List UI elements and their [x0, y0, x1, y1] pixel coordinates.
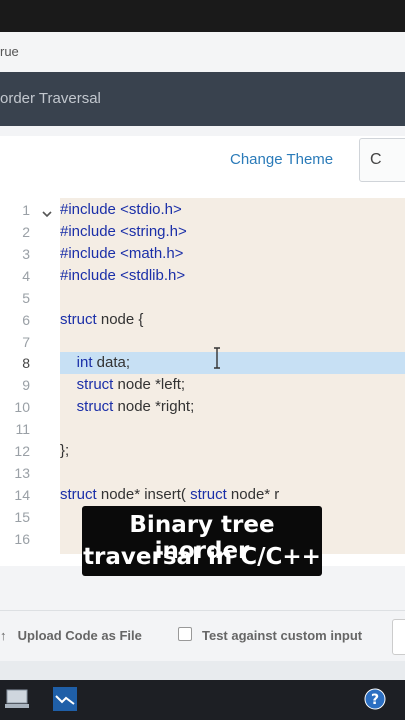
challenge-header: order Traversal	[0, 72, 405, 126]
code-line: 1 #include <stdio.h>	[0, 199, 405, 221]
language-value: C	[370, 151, 382, 168]
code-text: struct node *right;	[76, 398, 195, 415]
video-caption: Binary tree inorder traversal in C/C++	[82, 506, 322, 576]
address-bar[interactable]: rue	[0, 32, 405, 73]
code-text: struct node *left;	[76, 376, 186, 393]
custom-input-checkbox[interactable]	[178, 627, 192, 641]
code-line-active: 8 int data;	[0, 352, 405, 374]
custom-input-label[interactable]: Test against custom input	[202, 628, 362, 643]
code-line: 11	[0, 418, 405, 440]
line-number: 2	[22, 224, 30, 240]
line-number: 8	[22, 355, 30, 371]
line-number: 5	[22, 290, 30, 306]
text-cursor-icon	[214, 347, 220, 369]
line-number: 12	[14, 443, 30, 459]
line-number: 9	[22, 377, 30, 393]
computer-icon[interactable]	[5, 688, 29, 710]
line-number: 15	[14, 509, 30, 525]
svg-text:?: ?	[371, 692, 379, 708]
upload-icon: ↑	[0, 628, 7, 643]
code-text: #include <math.h>	[60, 245, 184, 262]
code-line: 7	[0, 331, 405, 353]
upload-code-button[interactable]: ↑ Upload Code as File	[0, 628, 142, 643]
line-number: 13	[14, 465, 30, 481]
line-number: 10	[14, 399, 30, 415]
app-window-icon[interactable]	[52, 686, 78, 712]
code-line: 14 struct node* insert( struct node* r	[0, 484, 405, 506]
page-title: order Traversal	[0, 90, 101, 107]
status-strip	[0, 0, 405, 32]
code-text: int data;	[76, 354, 131, 371]
code-text: };	[60, 442, 70, 459]
code-text: struct node {	[60, 311, 144, 328]
language-select[interactable]: C	[359, 138, 405, 182]
code-text: #include <stdlib.h>	[60, 267, 186, 284]
line-number: 6	[22, 312, 30, 328]
code-text: struct node* insert( struct node* r	[60, 486, 280, 503]
help-icon[interactable]: ?	[364, 688, 386, 710]
line-number: 11	[15, 421, 30, 437]
code-line: 9 struct node *left;	[0, 374, 405, 396]
code-text: #include <stdio.h>	[60, 201, 182, 218]
change-theme-link[interactable]: Change Theme	[230, 151, 333, 168]
code-line: 2 #include <string.h>	[0, 221, 405, 243]
taskbar: ?	[0, 680, 405, 720]
line-number: 4	[22, 268, 30, 284]
code-line: 13	[0, 462, 405, 484]
code-line: 5	[0, 287, 405, 309]
line-number: 3	[22, 246, 30, 262]
code-line: 10 struct node *right;	[0, 396, 405, 418]
run-code-button[interactable]	[392, 619, 405, 655]
line-number: 1	[22, 202, 30, 218]
code-line: 3 #include <math.h>	[0, 243, 405, 265]
caption-line-2: traversal in C/C++	[83, 544, 321, 570]
line-number: 16	[14, 531, 30, 547]
line-number: 14	[14, 487, 30, 503]
upload-label: Upload Code as File	[17, 628, 142, 643]
url-text: rue	[0, 44, 19, 59]
code-line: 6 struct node {	[0, 309, 405, 331]
code-line: 12 };	[0, 440, 405, 462]
line-number: 7	[22, 334, 30, 350]
editor-footer: ↑ Upload Code as File Test against custo…	[0, 610, 405, 661]
code-text: #include <string.h>	[60, 223, 187, 240]
code-line: 4 #include <stdlib.h>	[0, 265, 405, 287]
